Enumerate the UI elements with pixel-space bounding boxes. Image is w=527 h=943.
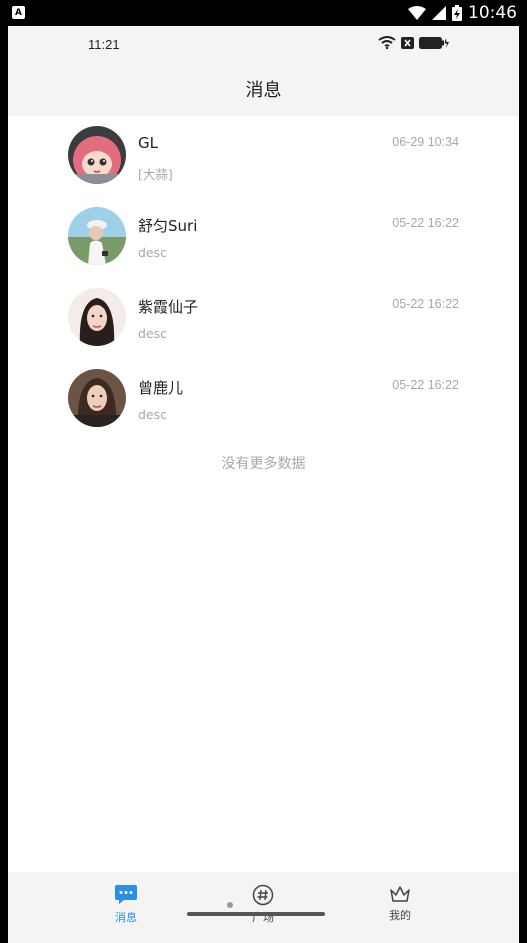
avatar[interactable] xyxy=(68,126,126,184)
battery-icon xyxy=(452,5,462,21)
avatar[interactable] xyxy=(68,369,126,427)
message-name: GL xyxy=(138,134,158,152)
message-time: 06-29 10:34 xyxy=(392,135,459,149)
message-time: 05-22 16:22 xyxy=(392,378,459,392)
system-time: 10:46 xyxy=(468,3,517,23)
message-preview: desc xyxy=(138,326,168,341)
message-name: 紫霞仙子 xyxy=(138,298,199,316)
hashtag-icon xyxy=(252,884,274,906)
message-name: 舒匀Suri xyxy=(138,217,198,235)
sim-blocked-icon xyxy=(401,36,414,49)
message-name: 曾鹿儿 xyxy=(138,379,184,397)
wifi-icon xyxy=(378,36,396,49)
message-time: 05-22 16:22 xyxy=(392,216,459,230)
app-header: 消息 xyxy=(8,62,519,116)
tab-messages[interactable]: 消息 xyxy=(96,884,156,925)
wifi-icon xyxy=(408,6,426,20)
tab-label: 消息 xyxy=(115,911,137,924)
message-item-zenglu[interactable]: 曾鹿儿 05-22 16:22 desc xyxy=(8,359,519,440)
cell-signal-icon xyxy=(432,6,446,20)
battery-icon xyxy=(419,36,449,49)
chat-bubble-icon xyxy=(115,885,137,904)
avatar[interactable] xyxy=(68,207,126,265)
system-status-bar: A 10:46 xyxy=(0,0,527,26)
tab-mine[interactable]: 我的 xyxy=(370,884,430,923)
message-preview: [大蒜] xyxy=(138,167,173,182)
app-screen: 11:21 消息 GL 06-29 10:34 [大蒜] 舒匀Suri 05-2… xyxy=(8,26,519,943)
crown-icon xyxy=(390,886,410,902)
message-item-zixia[interactable]: 紫霞仙子 05-22 16:22 desc xyxy=(8,278,519,359)
a-icon: A xyxy=(12,6,25,19)
inner-status-bar: 11:21 xyxy=(8,26,519,62)
bottom-tab-bar: 消息 广场 我的 xyxy=(8,872,519,943)
tab-label: 我的 xyxy=(389,909,411,922)
list-end-text: 没有更多数据 xyxy=(221,456,306,472)
message-item-gl[interactable]: GL 06-29 10:34 [大蒜] xyxy=(8,116,519,197)
message-preview: desc xyxy=(138,245,168,260)
message-preview: desc xyxy=(138,407,168,422)
message-list: GL 06-29 10:34 [大蒜] 舒匀Suri 05-22 16:22 d… xyxy=(8,116,519,440)
message-item-suri[interactable]: 舒匀Suri 05-22 16:22 desc xyxy=(8,197,519,278)
page-title: 消息 xyxy=(245,80,282,101)
home-indicator[interactable] xyxy=(187,912,325,916)
tab-square[interactable]: 广场 xyxy=(233,884,293,925)
avatar[interactable] xyxy=(68,288,126,346)
message-time: 05-22 16:22 xyxy=(392,297,459,311)
inner-status-time: 11:21 xyxy=(88,37,120,52)
